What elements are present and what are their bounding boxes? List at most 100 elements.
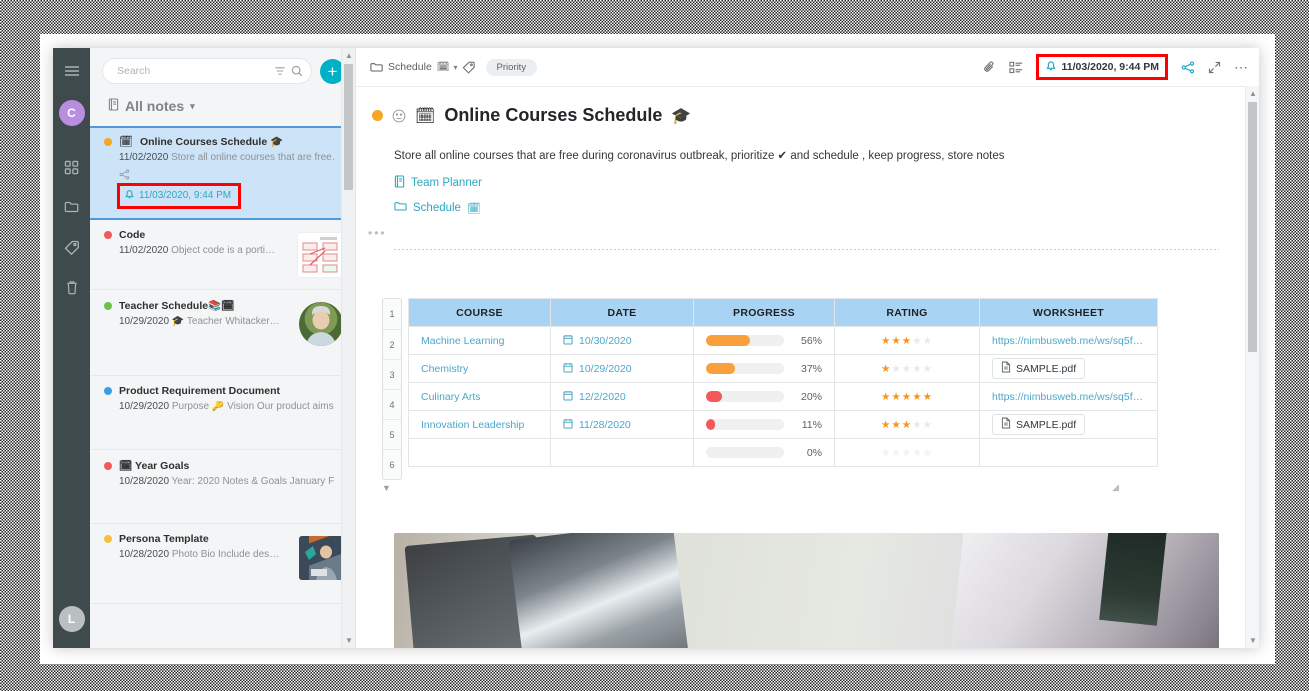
progress-label: 37% bbox=[800, 362, 822, 375]
cell-progress[interactable]: 20% bbox=[693, 382, 835, 412]
scrollbar-thumb[interactable] bbox=[1248, 102, 1257, 352]
list-item[interactable]: Teacher Schedule📚🗓 10/29/2020 🎓 Teacher … bbox=[90, 290, 355, 376]
link-team-planner[interactable]: Team Planner bbox=[394, 175, 1219, 191]
search-icon[interactable] bbox=[291, 65, 303, 77]
row-number[interactable]: 6 bbox=[383, 450, 401, 479]
page-title[interactable]: Online Courses Schedule bbox=[444, 105, 662, 126]
more-icon[interactable]: ⋯ bbox=[1234, 60, 1249, 74]
document-scroll-area[interactable]: 🗓 Online Courses Schedule 🎓 Store all on… bbox=[356, 87, 1259, 648]
paperclip-icon[interactable] bbox=[983, 60, 996, 74]
list-item[interactable]: 🗓 Online Courses Schedule 🎓 11/02/2020 S… bbox=[90, 126, 355, 220]
cell-course[interactable]: Chemistry bbox=[408, 354, 551, 384]
list-view-icon[interactable] bbox=[1008, 61, 1023, 74]
chevron-down-icon[interactable]: ▾ bbox=[454, 63, 458, 72]
note-color-dot bbox=[104, 535, 112, 543]
cell-course[interactable]: Innovation Leadership bbox=[408, 410, 551, 440]
all-notes-selector[interactable]: All notes ▾ bbox=[102, 84, 345, 126]
document-color-dot[interactable] bbox=[372, 110, 383, 121]
list-item[interactable]: Persona Template 10/28/2020 Photo Bio In… bbox=[90, 524, 355, 604]
share-icon[interactable] bbox=[1181, 60, 1195, 74]
tag-icon[interactable] bbox=[462, 61, 476, 74]
document-paragraph[interactable]: Store all online courses that are free d… bbox=[394, 148, 1219, 165]
cell-course[interactable] bbox=[408, 438, 551, 468]
column-header-course[interactable]: COURSE bbox=[408, 298, 551, 328]
table-row[interactable]: 0% ★★★★★ bbox=[408, 438, 1158, 468]
cell-course[interactable]: Machine Learning bbox=[408, 326, 551, 356]
cell-date[interactable]: 10/29/2020 bbox=[550, 354, 694, 384]
cell-date[interactable]: 11/28/2020 bbox=[550, 410, 694, 440]
scrollbar-thumb[interactable] bbox=[344, 64, 353, 190]
note-thumbnail bbox=[299, 302, 343, 346]
search-box[interactable] bbox=[102, 58, 312, 84]
row-number[interactable]: 4 bbox=[383, 390, 401, 421]
add-row-icon[interactable]: ▼ bbox=[382, 483, 391, 493]
grid-icon[interactable] bbox=[61, 156, 83, 178]
cell-date[interactable]: 10/30/2020 bbox=[550, 326, 694, 356]
cell-progress[interactable]: 11% bbox=[693, 410, 835, 440]
cell-rating[interactable]: ★★★★★ bbox=[834, 410, 980, 440]
neutral-face-icon[interactable] bbox=[392, 109, 406, 123]
row-number[interactable]: 2 bbox=[383, 330, 401, 361]
cell-rating[interactable]: ★★★★★ bbox=[834, 382, 980, 412]
block-drag-handle[interactable]: ••• bbox=[368, 227, 1219, 239]
tag-priority[interactable]: Priority bbox=[485, 58, 538, 76]
scroll-up-arrow[interactable]: ▲ bbox=[1249, 89, 1257, 98]
worksheet-file[interactable]: SAMPLE.pdf bbox=[992, 358, 1086, 380]
cell-progress[interactable]: 56% bbox=[693, 326, 835, 356]
breadcrumb[interactable]: Schedule 🗓 bbox=[370, 61, 450, 73]
trash-icon[interactable] bbox=[61, 276, 83, 298]
expand-icon[interactable] bbox=[1208, 61, 1221, 74]
cell-worksheet[interactable]: SAMPLE.pdf bbox=[979, 354, 1158, 384]
cell-rating[interactable]: ★★★★★ bbox=[834, 326, 980, 356]
row-number[interactable]: 3 bbox=[383, 360, 401, 391]
table-row[interactable]: Machine Learning 10/30/2020 56% ★★★★★ ht… bbox=[408, 326, 1158, 356]
column-header-progress[interactable]: PROGRESS bbox=[693, 298, 835, 328]
avatar-bottom[interactable]: L bbox=[58, 606, 85, 632]
list-item[interactable]: 🗓 Year Goals 10/28/2020 Year: 2020 Notes… bbox=[90, 450, 355, 524]
link-schedule[interactable]: Schedule 🗓 bbox=[394, 201, 1219, 215]
table-row[interactable]: Chemistry 10/29/2020 37% ★★★★★ SAMPLE.pd… bbox=[408, 354, 1158, 384]
editor-reminder[interactable]: 11/03/2020, 9:44 PM bbox=[1045, 59, 1159, 75]
folder-icon[interactable] bbox=[61, 196, 83, 218]
cell-course[interactable]: Culinary Arts bbox=[408, 382, 551, 412]
cell-worksheet[interactable]: https://nimbusweb.me/ws/sq5f… bbox=[979, 326, 1158, 356]
scroll-down-arrow[interactable]: ▼ bbox=[1249, 636, 1257, 645]
progress-label: 20% bbox=[800, 390, 822, 403]
worksheet-link[interactable]: https://nimbusweb.me/ws/sq5f… bbox=[992, 391, 1145, 403]
column-header-date[interactable]: DATE bbox=[550, 298, 694, 328]
editor-scrollbar[interactable]: ▲ ▼ bbox=[1245, 86, 1259, 648]
column-header-rating[interactable]: RATING bbox=[834, 298, 980, 328]
row-number[interactable]: 1 bbox=[383, 299, 401, 331]
note-list[interactable]: 🗓 Online Courses Schedule 🎓 11/02/2020 S… bbox=[90, 126, 355, 648]
list-item[interactable]: Code 11/02/2020 Object code is a porti… bbox=[90, 220, 355, 290]
column-header-worksheet[interactable]: WORKSHEET bbox=[979, 298, 1158, 328]
worksheet-file[interactable]: SAMPLE.pdf bbox=[992, 414, 1086, 436]
search-input[interactable] bbox=[115, 64, 269, 78]
avatar[interactable]: C bbox=[58, 100, 85, 126]
scroll-down-arrow[interactable]: ▼ bbox=[345, 636, 353, 645]
cell-date[interactable] bbox=[550, 438, 694, 468]
cell-progress[interactable]: 0% bbox=[693, 438, 835, 468]
table-resize-handle[interactable]: ◢ bbox=[1112, 482, 1119, 493]
cell-worksheet[interactable] bbox=[979, 438, 1158, 468]
note-list-scrollbar[interactable]: ▲ ▼ bbox=[341, 48, 355, 648]
cell-rating[interactable]: ★★★★★ bbox=[834, 438, 980, 468]
chevron-down-icon[interactable]: ▾ bbox=[190, 101, 195, 112]
notes-icon bbox=[108, 98, 119, 114]
hamburger-icon[interactable] bbox=[61, 60, 83, 82]
table-row[interactable]: Innovation Leadership 11/28/2020 11% ★★★… bbox=[408, 410, 1158, 440]
cell-worksheet[interactable]: SAMPLE.pdf bbox=[979, 410, 1158, 440]
tag-icon[interactable] bbox=[61, 236, 83, 258]
cell-progress[interactable]: 37% bbox=[693, 354, 835, 384]
list-item[interactable]: Product Requirement Document 10/29/2020 … bbox=[90, 376, 355, 450]
scroll-up-arrow[interactable]: ▲ bbox=[345, 51, 353, 60]
graduation-cap-icon: 🎓 bbox=[671, 106, 692, 125]
row-number[interactable]: 5 bbox=[383, 420, 401, 451]
table-row[interactable]: Culinary Arts 12/2/2020 20% ★★★★★ https:… bbox=[408, 382, 1158, 412]
note-reminder[interactable]: 11/03/2020, 9:44 PM bbox=[124, 188, 231, 203]
cell-worksheet[interactable]: https://nimbusweb.me/ws/sq5f… bbox=[979, 382, 1158, 412]
worksheet-link[interactable]: https://nimbusweb.me/ws/sq5f… bbox=[992, 335, 1145, 347]
cell-rating[interactable]: ★★★★★ bbox=[834, 354, 980, 384]
cell-date[interactable]: 12/2/2020 bbox=[550, 382, 694, 412]
filter-icon[interactable] bbox=[274, 65, 286, 77]
